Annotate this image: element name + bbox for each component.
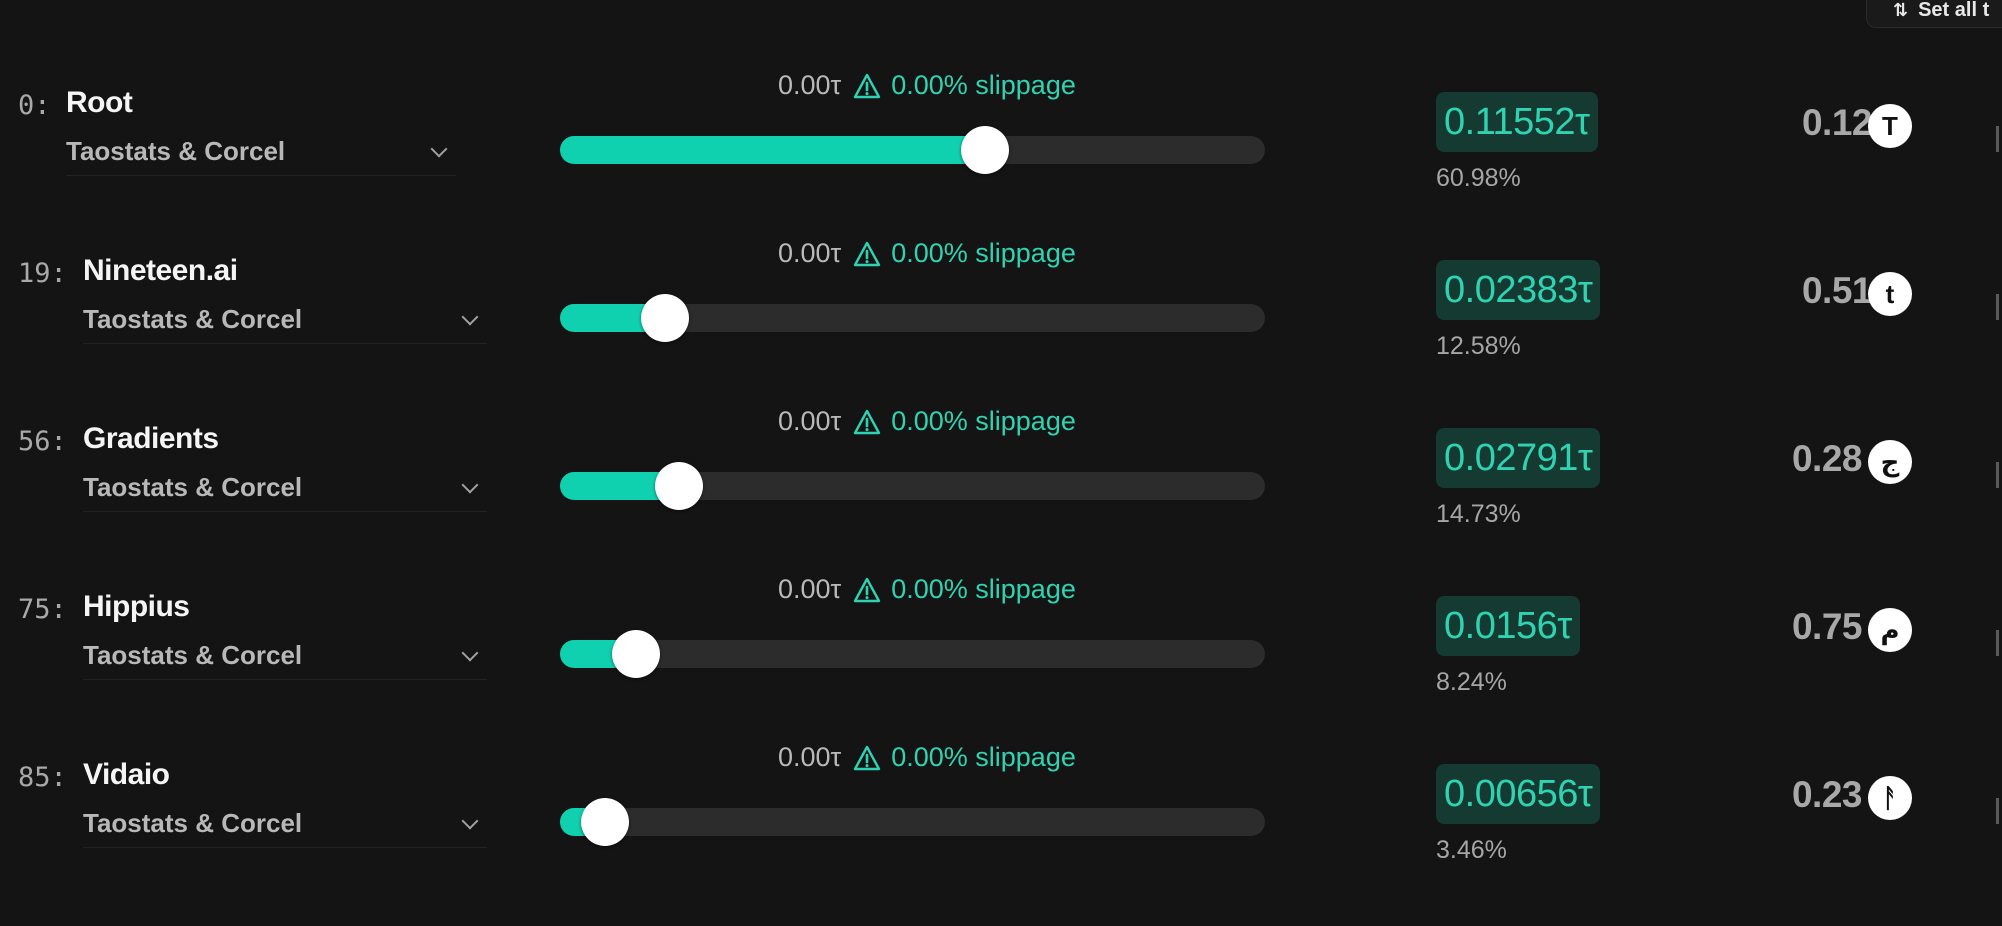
subnet-netuid: 19: <box>18 258 67 289</box>
validator-select-value: Taostats & Corcel <box>66 136 286 166</box>
fee-amount: 0.00τ <box>778 406 842 436</box>
chevron-down-icon <box>463 649 477 663</box>
allocation-amount: 0.00656τ <box>1436 764 1601 824</box>
warning-icon <box>854 409 881 434</box>
clipped-column-edge <box>1996 126 1999 152</box>
chevron-down-icon <box>463 481 477 495</box>
slider-handle[interactable] <box>655 462 704 510</box>
slippage-info: 0.00% slippage <box>853 406 1076 437</box>
fee-amount: 0.00τ <box>778 70 842 100</box>
allocation-slider[interactable] <box>560 294 1265 342</box>
chevron-down-icon <box>432 145 446 159</box>
allocation-percent: 12.58% <box>1436 332 1521 360</box>
fee-amount: 0.00τ <box>778 574 842 604</box>
subnet-name: Gradients <box>83 422 219 455</box>
slippage-text: 0.00% slippage <box>891 742 1076 772</box>
slippage-text: 0.00% slippage <box>891 406 1076 436</box>
token-price: 0.51 <box>1801 270 1873 311</box>
clipped-column-edge <box>1996 630 1999 656</box>
slider-handle[interactable] <box>580 798 629 846</box>
allocation-percent: 8.24% <box>1436 668 1507 696</box>
validator-select[interactable]: Taostats & Corcel <box>66 128 456 176</box>
subnet-row: 19: Nineteen.ai Taostats & Corcel 0.00τ … <box>0 238 2002 405</box>
warning-icon <box>854 241 881 266</box>
chevron-down-icon <box>463 313 477 327</box>
slider-fill <box>560 136 1000 164</box>
allocation-percent: 14.73% <box>1436 500 1521 528</box>
subnet-token-icon: ᚨ <box>1868 776 1912 820</box>
warning-icon <box>854 577 881 602</box>
token-price: 0.23 <box>1791 774 1863 815</box>
clipped-column-edge <box>1996 294 1999 320</box>
fee-amount: 0.00τ <box>778 238 842 268</box>
token-price: 0.28 <box>1791 438 1863 479</box>
warning-icon <box>854 745 881 770</box>
slippage-info: 0.00% slippage <box>853 574 1076 605</box>
subnet-row: 75: Hippius Taostats & Corcel 0.00τ 0.00… <box>0 574 2002 741</box>
validator-select[interactable]: Taostats & Corcel <box>83 800 487 848</box>
validator-select-value: Taostats & Corcel <box>83 808 303 838</box>
allocation-slider[interactable] <box>560 798 1265 846</box>
fee-slippage-line: 0.00τ 0.00% slippage <box>778 742 1076 773</box>
allocation-percent: 60.98% <box>1436 164 1521 192</box>
slippage-info: 0.00% slippage <box>853 238 1076 269</box>
subnet-netuid: 0: <box>18 90 51 121</box>
allocation-slider[interactable] <box>560 630 1265 678</box>
subnet-token-icon: T <box>1868 104 1912 148</box>
subnet-netuid: 56: <box>18 426 67 457</box>
allocation-slider[interactable] <box>560 126 1265 174</box>
validator-select-value: Taostats & Corcel <box>83 640 303 670</box>
slider-handle[interactable] <box>961 126 1010 174</box>
allocation-amount: 0.02383τ <box>1436 260 1601 320</box>
set-all-button[interactable]: ⇅ Set all t <box>1866 0 2002 28</box>
subnet-row: 0: Root Taostats & Corcel 0.00τ 0.00% sl… <box>0 70 2002 237</box>
validator-select[interactable]: Taostats & Corcel <box>83 464 487 512</box>
allocation-percent: 3.46% <box>1436 836 1507 864</box>
allocation-amount: 0.11552τ <box>1436 92 1598 152</box>
subnet-name: Root <box>66 86 133 119</box>
allocation-slider[interactable] <box>560 462 1265 510</box>
validator-select-value: Taostats & Corcel <box>83 304 303 334</box>
subnet-token-icon: t <box>1868 272 1912 316</box>
slippage-text: 0.00% slippage <box>891 574 1076 604</box>
clipped-column-edge <box>1996 462 1999 488</box>
fee-slippage-line: 0.00τ 0.00% slippage <box>778 238 1076 269</box>
subnet-netuid: 75: <box>18 594 67 625</box>
subnet-row: 85: Vidaio Taostats & Corcel 0.00τ 0.00%… <box>0 742 2002 909</box>
warning-icon <box>854 73 881 98</box>
slippage-text: 0.00% slippage <box>891 70 1076 100</box>
subnet-netuid: 85: <box>18 762 67 793</box>
slider-handle[interactable] <box>641 294 690 342</box>
token-price: 0.75 <box>1791 606 1863 647</box>
validator-select-value: Taostats & Corcel <box>83 472 303 502</box>
subnet-name: Vidaio <box>83 758 170 791</box>
subnet-name: Nineteen.ai <box>83 254 238 287</box>
clipped-column-edge <box>1996 798 1999 824</box>
validator-select[interactable]: Taostats & Corcel <box>83 632 487 680</box>
slippage-text: 0.00% slippage <box>891 238 1076 268</box>
slider-handle[interactable] <box>612 630 661 678</box>
fee-amount: 0.00τ <box>778 742 842 772</box>
subnet-token-icon: ج <box>1868 440 1912 484</box>
stake-allocation-panel: ⇅ Set all t 0: Root Taostats & Corcel 0.… <box>0 0 2002 926</box>
fee-slippage-line: 0.00τ 0.00% slippage <box>778 574 1076 605</box>
allocation-amount: 0.0156τ <box>1436 596 1580 656</box>
sort-arrows-icon: ⇅ <box>1893 0 1909 20</box>
subnet-row: 56: Gradients Taostats & Corcel 0.00τ 0.… <box>0 406 2002 573</box>
set-all-label: Set all t <box>1918 0 1990 21</box>
subnet-token-icon: م <box>1868 608 1912 652</box>
allocation-amount: 0.02791τ <box>1436 428 1601 488</box>
chevron-down-icon <box>463 817 477 831</box>
slippage-info: 0.00% slippage <box>853 70 1076 101</box>
fee-slippage-line: 0.00τ 0.00% slippage <box>778 70 1076 101</box>
token-price: 0.12 <box>1801 102 1873 143</box>
fee-slippage-line: 0.00τ 0.00% slippage <box>778 406 1076 437</box>
validator-select[interactable]: Taostats & Corcel <box>83 296 487 344</box>
subnet-name: Hippius <box>83 590 190 623</box>
slippage-info: 0.00% slippage <box>853 742 1076 773</box>
